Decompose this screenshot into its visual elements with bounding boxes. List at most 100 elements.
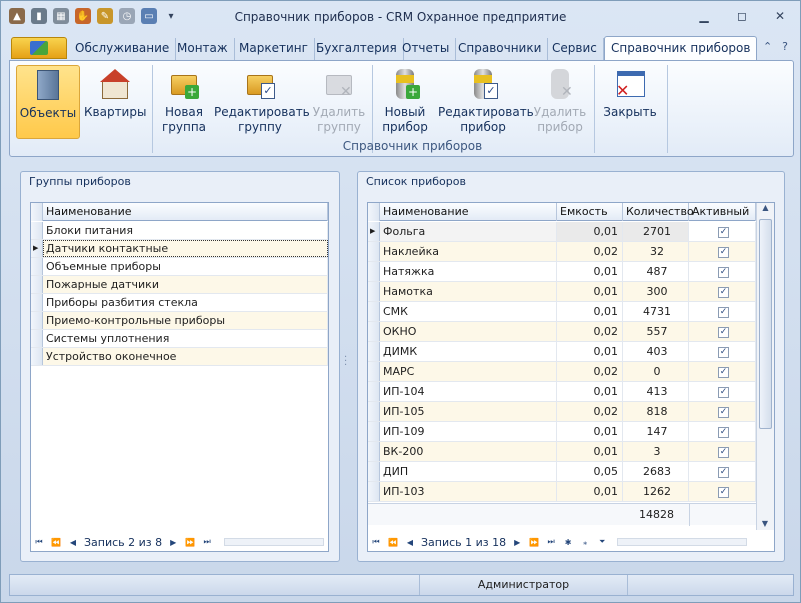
quantity-cell[interactable]: 4731 bbox=[623, 302, 689, 321]
active-checkbox[interactable]: ✓ bbox=[718, 426, 729, 438]
device-name-cell[interactable]: ИП-105 bbox=[380, 402, 557, 421]
apartments-button[interactable]: Квартиры bbox=[84, 65, 146, 139]
row-indicator[interactable] bbox=[368, 442, 380, 461]
device-name-cell[interactable]: МАРС bbox=[380, 362, 557, 381]
row-indicator[interactable] bbox=[368, 262, 380, 281]
objects-button[interactable]: Объекты bbox=[16, 65, 80, 139]
active-checkbox[interactable]: ✓ bbox=[718, 446, 729, 458]
capacity-cell[interactable]: 0,05 bbox=[557, 462, 623, 481]
active-cell[interactable]: ✓ bbox=[689, 282, 756, 301]
delete-device-button[interactable]: ✕ Удалить прибор bbox=[532, 65, 588, 139]
quantity-cell[interactable]: 3 bbox=[623, 442, 689, 461]
device-name-cell[interactable]: ДИП bbox=[380, 462, 557, 481]
active-cell[interactable]: ✓ bbox=[689, 222, 756, 241]
group-name-cell[interactable]: Пожарные датчики bbox=[43, 276, 328, 293]
table-row[interactable]: Приборы разбития стекла bbox=[31, 294, 328, 312]
row-indicator[interactable] bbox=[31, 312, 43, 329]
capacity-cell[interactable]: 0,01 bbox=[557, 262, 623, 281]
quantity-cell[interactable]: 487 bbox=[623, 262, 689, 281]
table-row[interactable]: Системы уплотнения bbox=[31, 330, 328, 348]
active-checkbox[interactable]: ✓ bbox=[718, 286, 729, 298]
row-indicator[interactable] bbox=[31, 330, 43, 347]
first-record-icon[interactable]: ⏮ bbox=[370, 537, 382, 547]
row-indicator[interactable] bbox=[31, 294, 43, 311]
maximize-icon[interactable]: ◻ bbox=[730, 7, 754, 25]
row-indicator[interactable]: ▶ bbox=[368, 222, 380, 241]
new-device-button[interactable]: + Новый прибор bbox=[376, 65, 434, 139]
active-cell[interactable]: ✓ bbox=[689, 402, 756, 421]
active-cell[interactable]: ✓ bbox=[689, 262, 756, 281]
active-cell[interactable]: ✓ bbox=[689, 302, 756, 321]
scroll-down-icon[interactable]: ▼ bbox=[757, 519, 773, 528]
row-indicator[interactable] bbox=[368, 242, 380, 261]
horizontal-scrollbar[interactable] bbox=[617, 538, 748, 546]
capacity-cell[interactable]: 0,01 bbox=[557, 282, 623, 301]
next-page-icon[interactable]: ⏩ bbox=[184, 538, 196, 547]
row-indicator[interactable] bbox=[368, 362, 380, 381]
first-record-icon[interactable]: ⏮ bbox=[33, 537, 45, 547]
capacity-cell[interactable]: 0,01 bbox=[557, 422, 623, 441]
minimize-icon[interactable]: ▁ bbox=[692, 7, 716, 25]
prev-page-icon[interactable]: ⏪ bbox=[50, 538, 62, 547]
capacity-cell[interactable]: 0,02 bbox=[557, 322, 623, 341]
active-checkbox[interactable]: ✓ bbox=[718, 226, 729, 238]
close-button[interactable]: ✕ Закрыть bbox=[600, 65, 660, 139]
quantity-cell[interactable]: 557 bbox=[623, 322, 689, 341]
capacity-cell[interactable]: 0,01 bbox=[557, 442, 623, 461]
quantity-cell[interactable]: 32 bbox=[623, 242, 689, 261]
close-icon[interactable]: ✕ bbox=[768, 7, 792, 25]
edit-group-button[interactable]: ✓ Редактировать группу bbox=[214, 65, 310, 139]
quantity-cell[interactable]: 1262 bbox=[623, 482, 689, 501]
tab-service[interactable]: Обслуживание bbox=[69, 38, 177, 60]
row-indicator[interactable] bbox=[368, 302, 380, 321]
active-cell[interactable]: ✓ bbox=[689, 442, 756, 461]
capacity-cell[interactable]: 0,02 bbox=[557, 402, 623, 421]
horizontal-scrollbar[interactable] bbox=[224, 538, 325, 546]
device-name-cell[interactable]: Наклейка bbox=[380, 242, 557, 261]
edit-device-button[interactable]: ✓ Редактировать прибор bbox=[438, 65, 534, 139]
quantity-cell[interactable]: 147 bbox=[623, 422, 689, 441]
row-indicator[interactable] bbox=[368, 322, 380, 341]
tab-reports[interactable]: Отчеты bbox=[396, 38, 457, 60]
device-name-cell[interactable]: СМК bbox=[380, 302, 557, 321]
quantity-cell[interactable]: 300 bbox=[623, 282, 689, 301]
row-indicator[interactable] bbox=[368, 422, 380, 441]
delete-group-button[interactable]: ✕ Удалить группу bbox=[310, 65, 368, 139]
table-row[interactable]: Намотка 0,01 300 ✓ bbox=[368, 282, 756, 302]
active-cell[interactable]: ✓ bbox=[689, 382, 756, 401]
last-record-icon[interactable]: ⏭ bbox=[201, 537, 213, 547]
group-name-cell[interactable]: Датчики контактные bbox=[43, 240, 328, 257]
quantity-cell[interactable]: 2683 bbox=[623, 462, 689, 481]
row-indicator[interactable] bbox=[368, 462, 380, 481]
row-indicator[interactable] bbox=[368, 382, 380, 401]
table-row[interactable]: ДИМК 0,01 403 ✓ bbox=[368, 342, 756, 362]
active-checkbox[interactable]: ✓ bbox=[718, 326, 729, 338]
quantity-cell[interactable]: 2701 bbox=[623, 222, 689, 241]
last-record-icon[interactable]: ⏭ bbox=[545, 537, 557, 547]
row-indicator[interactable] bbox=[31, 258, 43, 275]
capacity-cell[interactable]: 0,02 bbox=[557, 242, 623, 261]
table-row[interactable]: СМК 0,01 4731 ✓ bbox=[368, 302, 756, 322]
table-row[interactable]: Пожарные датчики bbox=[31, 276, 328, 294]
help-icon[interactable]: ? bbox=[782, 40, 788, 53]
next-record-icon[interactable]: ▶ bbox=[511, 538, 523, 547]
active-cell[interactable]: ✓ bbox=[689, 362, 756, 381]
device-name-cell[interactable]: ДИМК bbox=[380, 342, 557, 361]
prev-record-icon[interactable]: ◀ bbox=[404, 538, 416, 547]
table-row[interactable]: МАРС 0,02 0 ✓ bbox=[368, 362, 756, 382]
active-checkbox[interactable]: ✓ bbox=[718, 266, 729, 278]
column-header-active[interactable]: Активный bbox=[689, 203, 756, 221]
table-row[interactable]: Устройство оконечное bbox=[31, 348, 328, 366]
row-indicator[interactable] bbox=[31, 276, 43, 293]
scrollbar-thumb[interactable] bbox=[759, 219, 772, 429]
table-row[interactable]: Наклейка 0,02 32 ✓ bbox=[368, 242, 756, 262]
tab-device-directory[interactable]: Справочник приборов bbox=[604, 36, 758, 61]
row-indicator[interactable] bbox=[368, 482, 380, 501]
table-row[interactable]: Объемные приборы bbox=[31, 258, 328, 276]
active-checkbox[interactable]: ✓ bbox=[718, 406, 729, 418]
table-row[interactable]: Натяжка 0,01 487 ✓ bbox=[368, 262, 756, 282]
active-checkbox[interactable]: ✓ bbox=[718, 306, 729, 318]
tab-maintenance[interactable]: Сервис bbox=[546, 38, 604, 60]
table-row[interactable]: ИП-103 0,01 1262 ✓ bbox=[368, 482, 756, 502]
capacity-cell[interactable]: 0,01 bbox=[557, 222, 623, 241]
